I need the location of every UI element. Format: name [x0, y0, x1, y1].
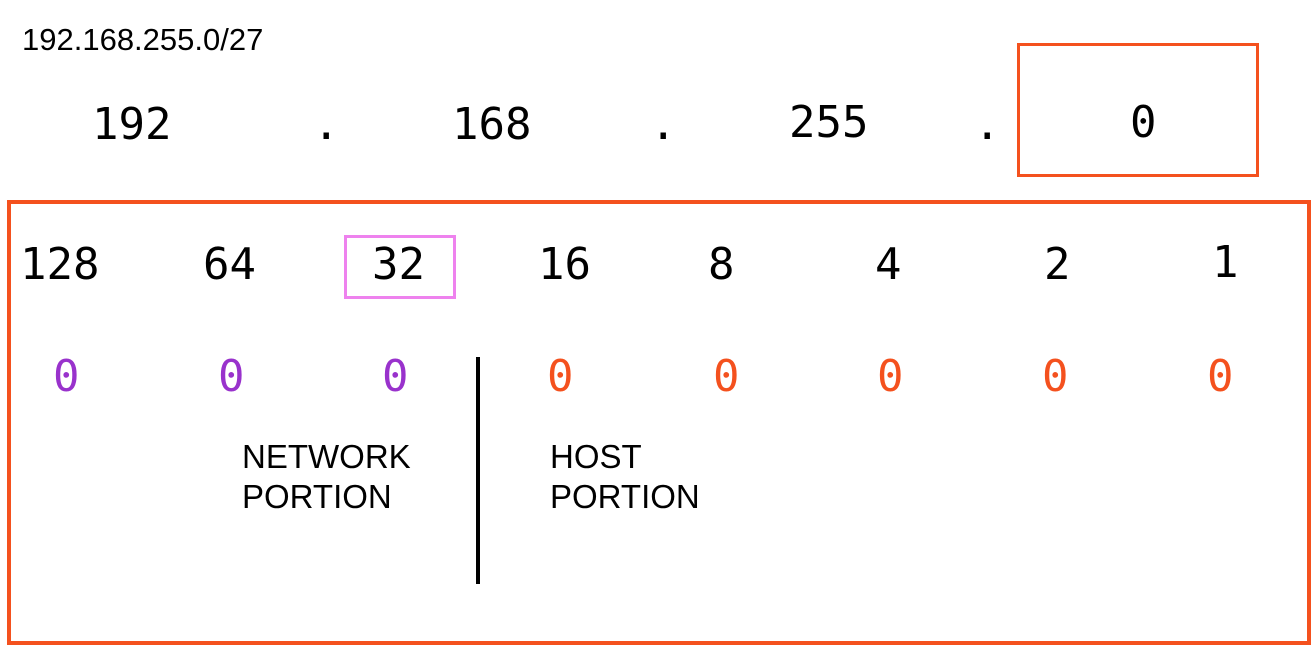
bit-value-4: 4	[875, 239, 902, 290]
octet-2: 168	[452, 99, 532, 150]
network-portion-label: NETWORK PORTION	[242, 437, 411, 517]
host-bit: 0	[1042, 351, 1069, 402]
host-bit: 0	[877, 351, 904, 402]
network-bit: 0	[53, 351, 80, 402]
bit-value-8: 8	[708, 239, 735, 290]
network-label-line-2: PORTION	[242, 478, 392, 515]
bit-value-16: 16	[538, 239, 591, 290]
bit-value-128: 128	[20, 239, 100, 290]
host-portion-label: HOST PORTION	[550, 437, 700, 517]
host-bit: 0	[1207, 351, 1234, 402]
network-bit: 0	[382, 351, 409, 402]
block-size-highlight-box	[344, 235, 456, 299]
network-host-divider	[476, 357, 480, 584]
network-bit: 0	[218, 351, 245, 402]
bit-value-2: 2	[1044, 239, 1071, 290]
octet-separator-3: .	[974, 99, 1001, 150]
host-bit: 0	[713, 351, 740, 402]
octet-separator-2: .	[650, 99, 677, 150]
host-bit: 0	[547, 351, 574, 402]
host-label-line-2: PORTION	[550, 478, 700, 515]
fourth-octet-highlight-box	[1017, 43, 1259, 177]
host-label-line-1: HOST	[550, 438, 642, 475]
octet-1: 192	[92, 99, 172, 150]
octet-separator-1: .	[313, 99, 340, 150]
cidr-notation-label: 192.168.255.0/27	[22, 22, 264, 57]
network-label-line-1: NETWORK	[242, 438, 411, 475]
bit-value-64: 64	[203, 239, 256, 290]
octet-3: 255	[789, 97, 869, 148]
bit-value-1: 1	[1212, 237, 1239, 288]
